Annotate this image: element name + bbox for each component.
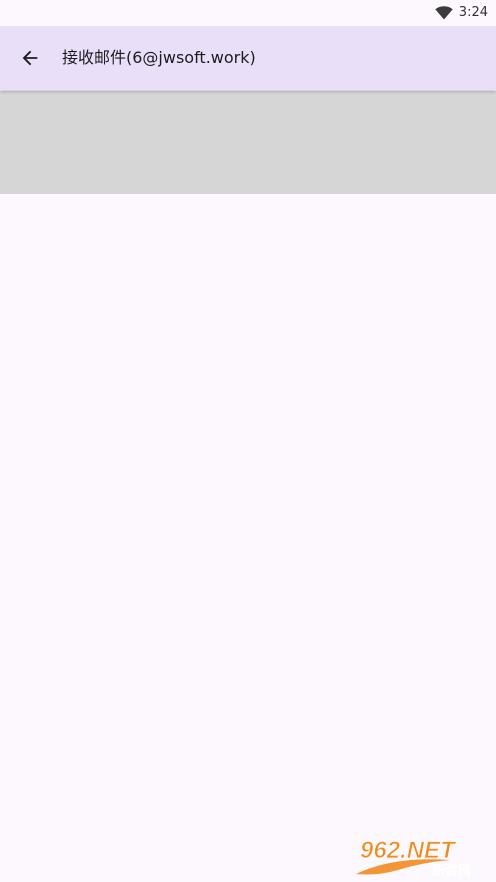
watermark-logo: 962.NET 乐游网	[354, 834, 490, 878]
app-bar: 接收邮件(6@jwsoft.work)	[0, 26, 496, 90]
status-indicators: 3:24	[435, 3, 488, 23]
status-bar: 3:24	[0, 0, 496, 26]
wifi-icon	[435, 6, 453, 20]
message-list-area	[0, 194, 496, 882]
back-button[interactable]	[8, 34, 52, 82]
page-title: 接收邮件(6@jwsoft.work)	[62, 48, 256, 67]
ad-banner-placeholder	[0, 91, 496, 194]
status-time: 3:24	[458, 5, 488, 20]
arrow-back-icon	[22, 50, 38, 66]
watermark-subtitle: 乐游网	[432, 863, 471, 878]
watermark-brand: 962.NET	[360, 837, 457, 864]
